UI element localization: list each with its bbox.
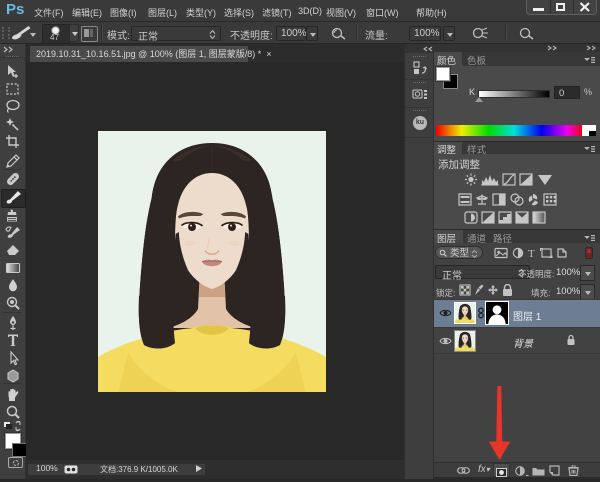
svg-text:T: T — [528, 248, 535, 259]
